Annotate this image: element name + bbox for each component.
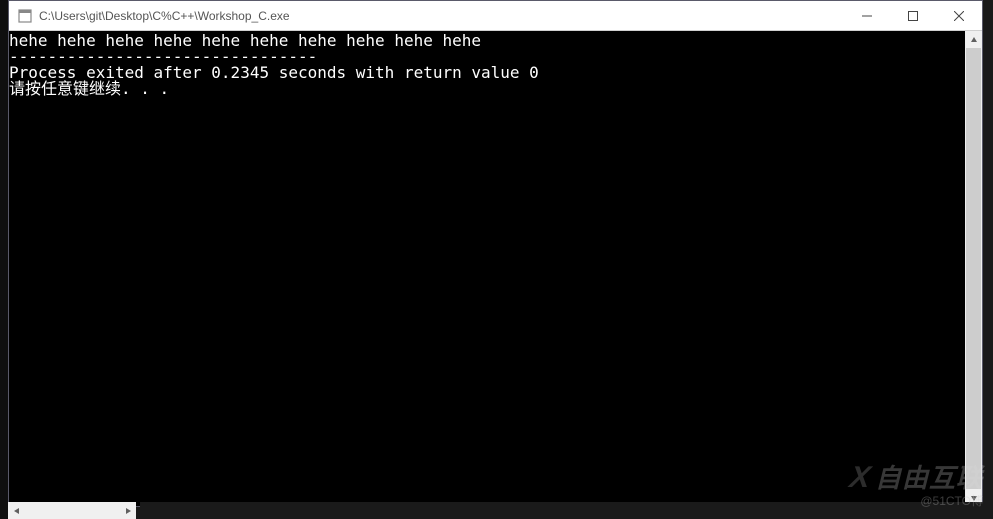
scroll-track[interactable] (965, 48, 982, 489)
close-button[interactable] (936, 1, 982, 30)
minimize-button[interactable] (844, 1, 890, 30)
scroll-right-button[interactable] (119, 502, 136, 519)
window-controls (844, 1, 982, 30)
background-code-strip (140, 502, 990, 519)
scroll-thumb[interactable] (966, 48, 981, 489)
window-title: C:\Users\git\Desktop\C%C++\Workshop_C.ex… (39, 9, 844, 23)
background-editor-sliver (0, 0, 8, 519)
app-icon (17, 8, 33, 24)
scroll-left-button[interactable] (8, 502, 25, 519)
console-window: C:\Users\git\Desktop\C%C++\Workshop_C.ex… (8, 0, 983, 507)
scroll-up-button[interactable] (965, 31, 982, 48)
maximize-button[interactable] (890, 1, 936, 30)
console-output: hehe hehe hehe hehe hehe hehe hehe hehe … (9, 31, 982, 97)
titlebar[interactable]: C:\Users\git\Desktop\C%C++\Workshop_C.ex… (9, 1, 982, 31)
output-line: 请按任意键继续. . . (9, 79, 169, 98)
console-body[interactable]: hehe hehe hehe hehe hehe hehe hehe hehe … (9, 31, 982, 506)
horizontal-scrollbar[interactable] (8, 502, 136, 519)
hscroll-track[interactable] (25, 502, 119, 519)
vertical-scrollbar[interactable] (965, 31, 982, 506)
